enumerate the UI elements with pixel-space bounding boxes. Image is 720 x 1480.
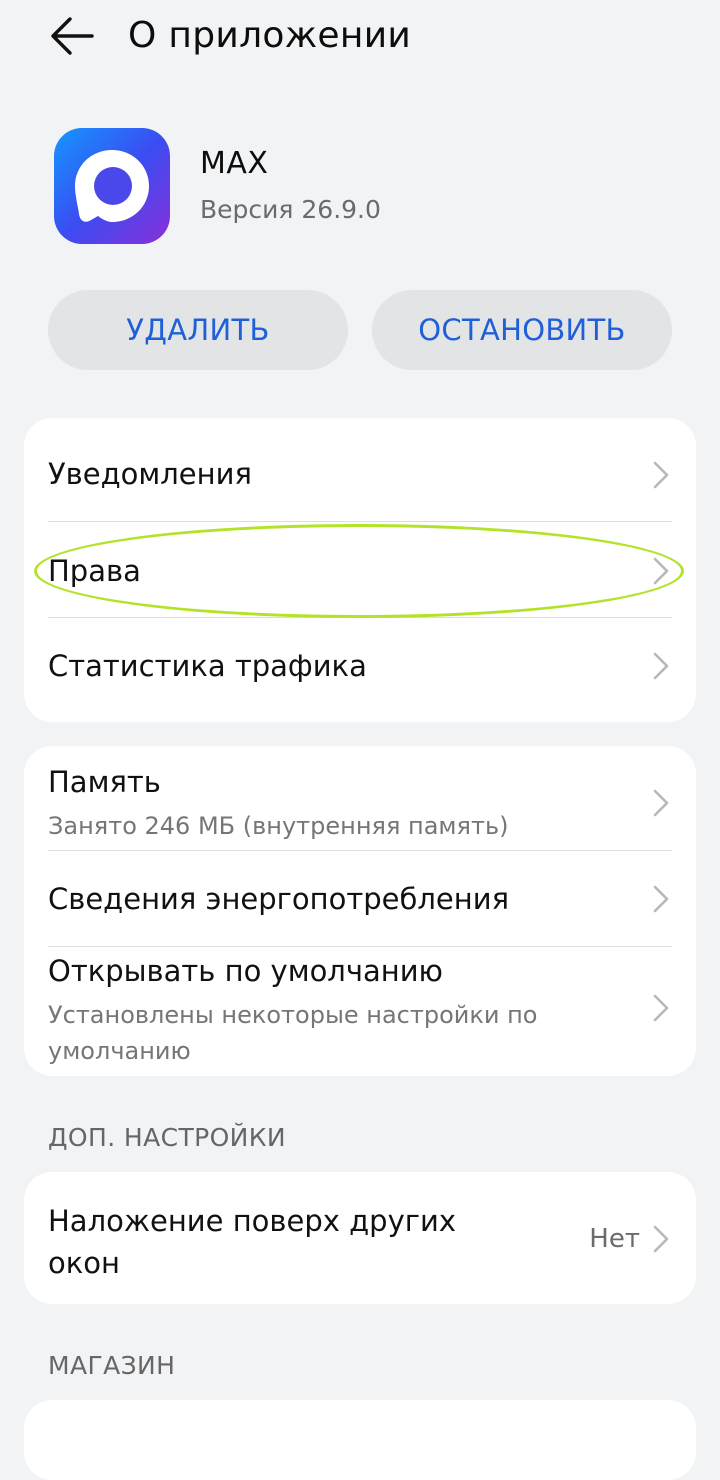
page-title: О приложении [128,15,412,56]
settings-group-extra: Наложение поверх других окон Нет [24,1172,696,1304]
chevron-right-icon [653,557,669,585]
section-label-extra: ДОП. НАСТРОЙКИ [48,1123,287,1152]
max-logo-icon [75,150,149,222]
list-item-permissions[interactable]: Права [24,522,696,618]
list-item-label: Уведомления [48,457,252,491]
app-name: MAX [200,146,269,181]
back-button[interactable] [44,10,100,62]
list-item-label: Наложение поверх других окон [48,1204,456,1280]
list-item-storage[interactable]: Память Занято 246 МБ (внутренняя память) [24,746,696,850]
list-item-notifications[interactable]: Уведомления [24,418,696,522]
settings-group-main: Уведомления Права Статистика трафика [24,418,696,722]
settings-group-store [24,1400,696,1480]
chevron-right-icon [653,652,669,680]
section-label-store: МАГАЗИН [48,1351,176,1380]
settings-group-storage: Память Занято 246 МБ (внутренняя память)… [24,746,696,1076]
list-item-open-by-default[interactable]: Открывать по умолчанию Установлены некот… [24,947,696,1076]
chevron-right-icon [653,994,669,1022]
app-bar: О приложении [0,0,720,72]
arrow-left-icon [51,17,94,55]
chevron-right-icon [653,1225,669,1253]
list-item-traffic-stats[interactable]: Статистика трафика [24,618,696,722]
list-item-label: Память [48,765,161,799]
app-version: Версия 26.9.0 [200,195,381,224]
list-item-overlay[interactable]: Наложение поверх других окон Нет [24,1172,696,1304]
list-item-label: Сведения энергопотребления [48,882,510,916]
delete-button[interactable]: УДАЛИТЬ [48,290,348,370]
stop-button[interactable]: ОСТАНОВИТЬ [372,290,672,370]
list-item-label: Открывать по умолчанию [48,954,443,988]
chevron-right-icon [653,885,669,913]
list-item-value: Нет [589,1224,640,1254]
list-item-label: Права [48,554,141,588]
list-item-subtitle: Установлены некоторые настройки по умолч… [48,1001,538,1065]
app-info: MAX Версия 26.9.0 [54,128,674,244]
list-item-power-usage[interactable]: Сведения энергопотребления [24,851,696,946]
list-item-subtitle: Занято 246 МБ (внутренняя память) [48,812,509,840]
chevron-right-icon [653,789,669,817]
chevron-right-icon [653,461,669,489]
app-icon [54,128,170,244]
list-item-label: Статистика трафика [48,649,367,683]
